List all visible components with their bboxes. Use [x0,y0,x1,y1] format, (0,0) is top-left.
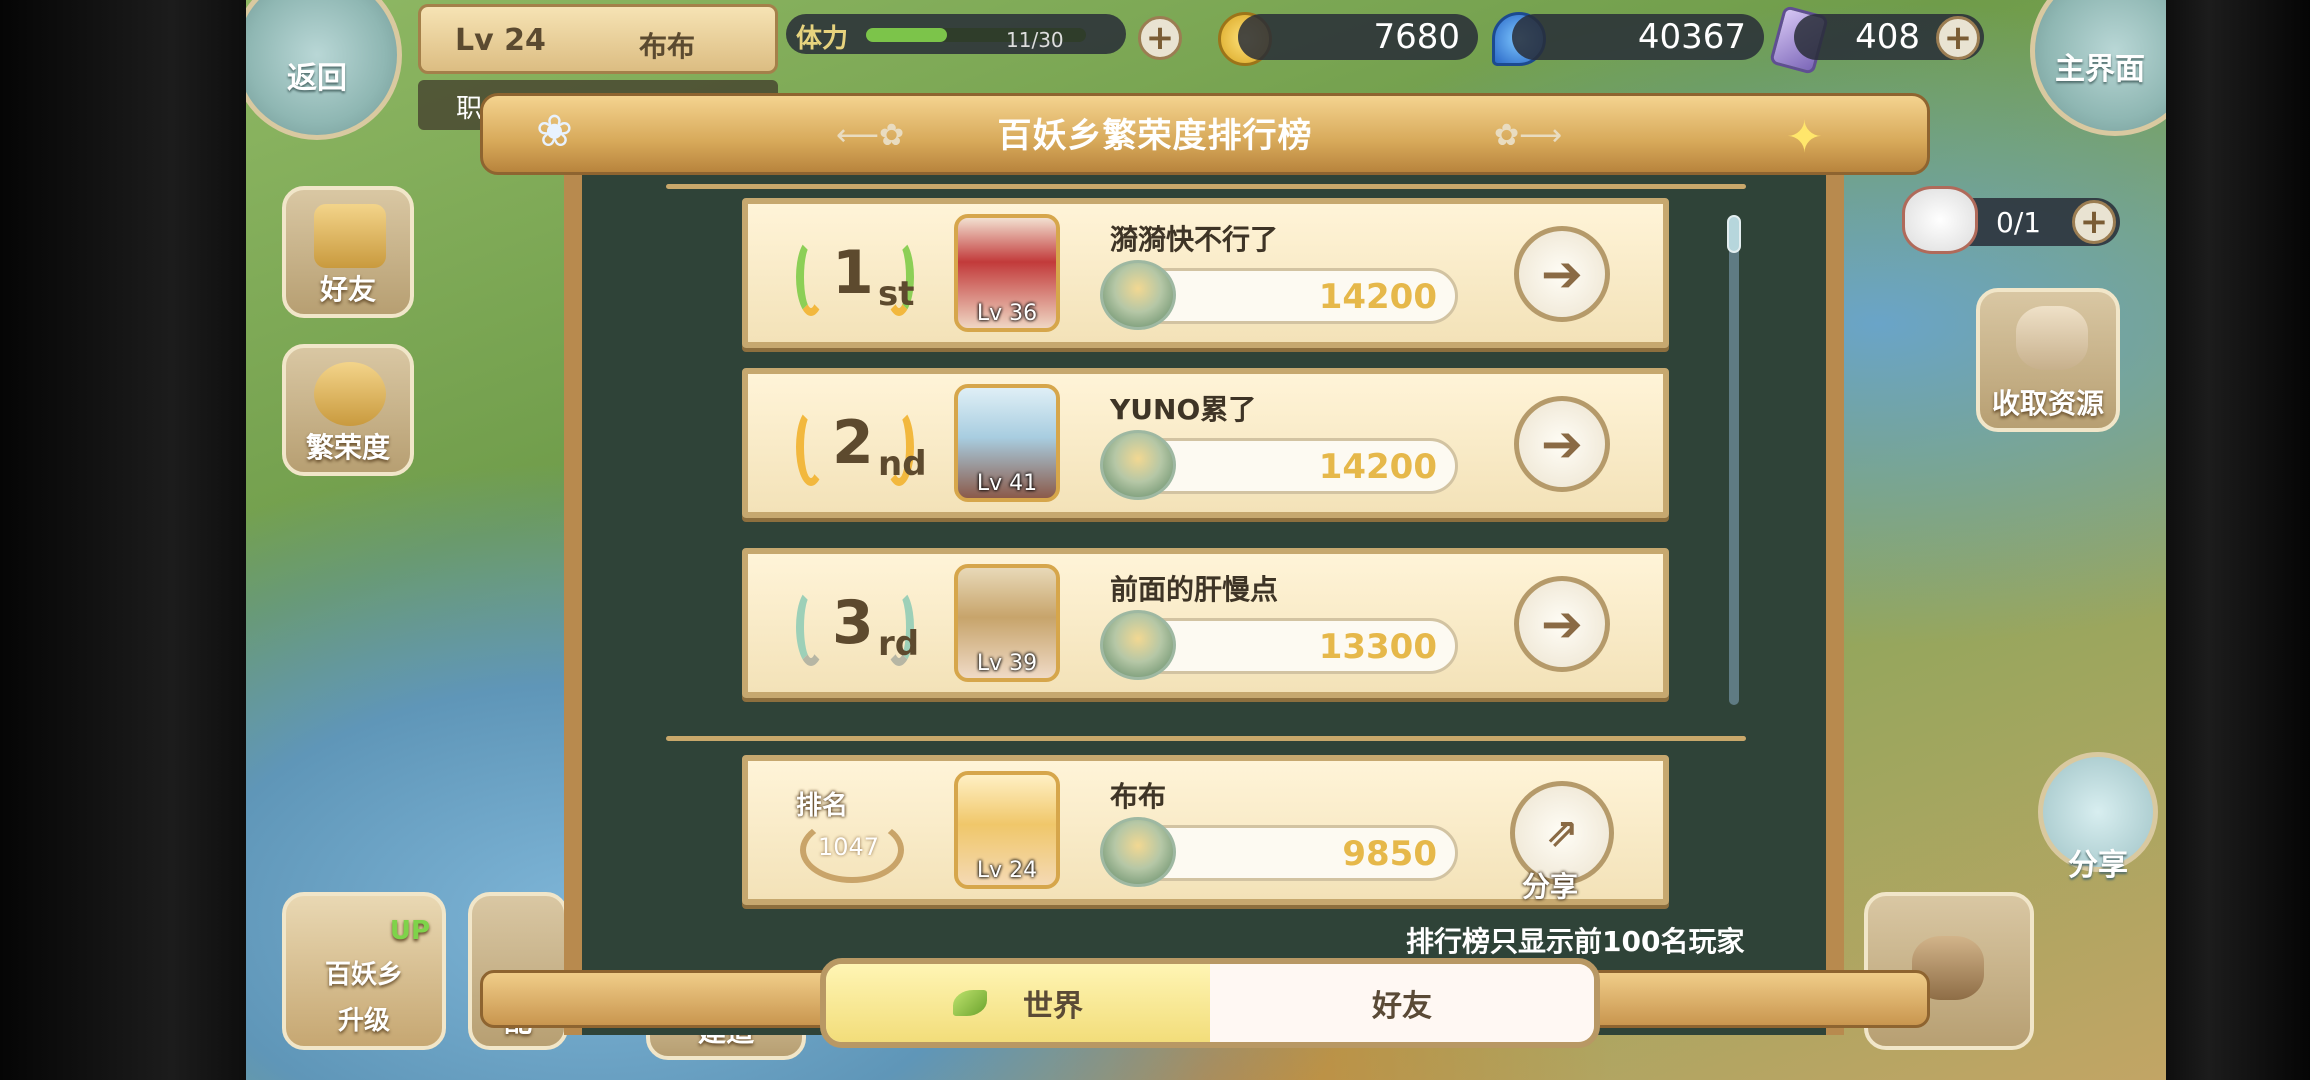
sparkle-icon: ✦ [1786,112,1823,163]
self-rank-number: 1047 [818,833,880,861]
player-name: 前面的肝慢点 [1110,573,1279,606]
main-label: 主界面 [2055,52,2145,87]
scope-tabs: 世界 好友 [820,958,1600,1048]
arrow-right-icon: ➔ [1541,415,1583,473]
arrow-right-icon: ➔ [1541,595,1583,653]
visit-button[interactable]: ➔ [1514,576,1610,672]
visit-button[interactable]: ➔ [1514,226,1610,322]
upgrade-top-label: 百妖乡 [324,960,403,990]
self-rank-row: 排名 1047 Lv 24 布布 9850 ⇗ 分享 [742,755,1669,905]
list-top-divider [666,184,1746,189]
player-avatar[interactable]: Lv 36 [954,214,1060,332]
stamina-plus-button[interactable]: + [1138,16,1182,60]
scrollbar-thumb[interactable] [1727,215,1741,253]
rank-number: 1 [832,238,874,308]
self-avatar[interactable]: Lv 24 [954,771,1060,889]
self-prosperity-score: 9850 [1342,834,1437,874]
crystal-value: 408 [1855,17,1920,57]
rank-suffix: rd [878,624,920,664]
stamina-value: 11/30 [1006,28,1064,52]
friends-label: 好友 [319,273,376,306]
leaderboard-note: 排行榜只显示前100名玩家 [1406,925,1745,958]
visit-button[interactable]: ➔ [1514,396,1610,492]
back-label: 返回 [287,61,347,96]
gold-value: 7680 [1373,17,1460,57]
capacity-plus-button[interactable]: + [2072,200,2116,244]
tab-friends-label: 好友 [1372,989,1432,1024]
capacity-value: 0/1 [1996,206,2042,239]
sack-icon [2016,306,2088,370]
stamina-bar: 体力 11/30 [786,14,1126,54]
share-side-label: 分享 [2068,848,2128,883]
village-icon [1100,430,1176,500]
village-upgrade-button[interactable]: UP 百妖乡 升级 [282,892,446,1050]
self-avatar-level: Lv 24 [976,858,1038,883]
prosperity-score: 14200 [1318,447,1437,487]
left-ornament-icon: ⟵✿ [836,118,905,153]
share-label: 分享 [1522,870,1579,903]
prosperity-label: 繁荣度 [305,431,390,464]
rank-badge-icon: 3 rd [796,582,920,672]
avatar-level: Lv 41 [976,471,1038,496]
upgrade-badge: UP [389,916,430,946]
blue-gem-value: 40367 [1637,17,1746,57]
collect-resources-button[interactable]: 收取资源 [1976,288,2120,432]
left-letterbox [0,0,246,1080]
rank-badge-icon: 1 st [796,232,916,322]
blue-gem-counter: 40367 [1512,14,1764,60]
panel-title: 百妖乡繁荣度排行榜 [997,116,1313,156]
player-avatar[interactable]: Lv 41 [954,384,1060,502]
friends-button[interactable]: 好友 [282,186,414,318]
village-icon [1100,610,1176,680]
list-bottom-divider [666,736,1746,741]
share-icon: ⇗ [1545,810,1579,856]
tab-friends[interactable]: 好友 [1210,964,1594,1042]
rank-badge-icon: 2 nd [796,402,927,492]
rank-row: 1 st Lv 36 漪漪快不行了 14200 ➔ [742,198,1669,348]
stamina-label: 体力 [796,24,849,54]
laurel-star-icon [314,362,386,426]
rank-suffix: nd [878,444,927,484]
tab-world[interactable]: 世界 [826,964,1210,1042]
rank-number: 2 [832,408,874,478]
flower-icon: ❀ [536,106,573,157]
crystal-plus-button[interactable]: + [1936,16,1980,60]
prosperity-score: 13300 [1318,627,1437,667]
upgrade-bottom-label: 升级 [337,1006,390,1036]
avatar-level: Lv 36 [976,301,1038,326]
village-icon [1100,260,1176,330]
collect-label: 收取资源 [1991,387,2104,420]
tab-world-label: 世界 [1023,989,1083,1024]
rank-number: 3 [832,588,874,658]
player-avatar[interactable]: Lv 39 [954,564,1060,682]
rank-row: 3 rd Lv 39 前面的肝慢点 13300 ➔ [742,548,1669,698]
rank-suffix: st [878,274,915,314]
arrow-right-icon: ➔ [1541,245,1583,303]
player-name: YUNO累了 [1110,393,1257,426]
right-letterbox [2166,0,2310,1080]
avatar-level: Lv 39 [976,651,1038,676]
prosperity-button[interactable]: 繁荣度 [282,344,414,476]
share-side-button[interactable]: 分享 [2038,752,2158,883]
player-name: 漪漪快不行了 [1110,223,1279,256]
player-level: Lv 24 [455,23,546,58]
prosperity-score: 14200 [1318,277,1437,317]
scrollbar-track[interactable] [1729,215,1739,705]
rank-label: 排名 [796,791,849,821]
leaf-icon [953,990,987,1016]
rank-row: 2 nd Lv 41 YUNO累了 14200 ➔ [742,368,1669,518]
village-icon [1100,817,1176,887]
gold-counter: 7680 [1238,14,1478,60]
house-icon [314,204,386,268]
self-name: 布布 [1110,780,1167,813]
right-ornament-icon: ✿⟶ [1494,118,1563,153]
